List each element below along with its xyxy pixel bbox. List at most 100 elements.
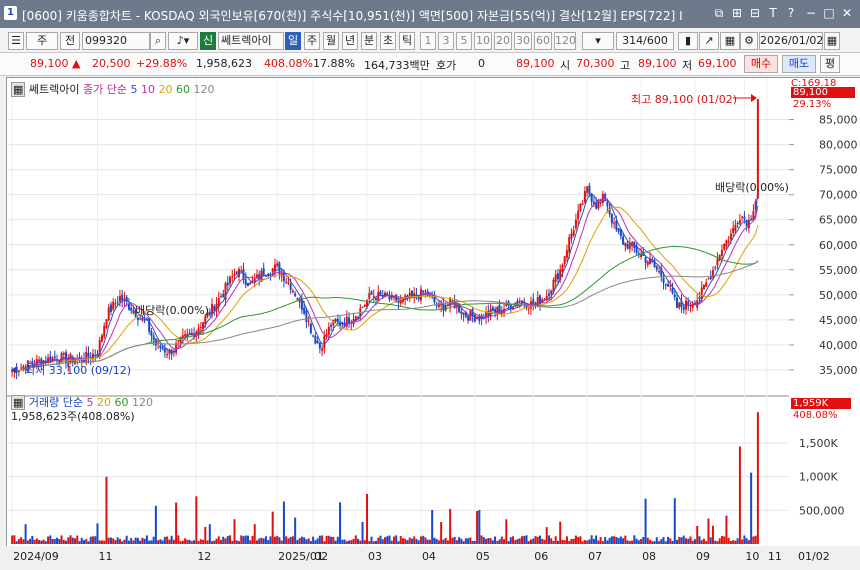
low-label: 저 <box>682 59 693 72</box>
volume-bar <box>568 541 571 544</box>
title-bar: 1 [0600] 키움종합차트 - KOSDAQ 외국인보유[670(천)] 주… <box>0 0 860 28</box>
volume-bar <box>213 540 216 544</box>
tile-icon[interactable]: ⊞ <box>730 6 744 20</box>
candle-body <box>249 282 252 285</box>
count-display[interactable]: 314/600 <box>616 32 674 50</box>
volume-bar <box>619 536 622 544</box>
buy-button[interactable]: 매수 <box>744 55 778 73</box>
volume-current-tag: 1,959K <box>791 398 851 409</box>
candle-body <box>38 359 41 362</box>
interval-button-60[interactable]: 60 <box>534 32 552 50</box>
interval-button-3[interactable]: 3 <box>438 32 454 50</box>
eval-button[interactable]: 평 <box>820 55 840 73</box>
volume-bar <box>579 536 582 544</box>
stock-name[interactable]: 쎄트렉아이 <box>218 32 284 50</box>
volume-bar <box>314 540 317 544</box>
candle-type-icon[interactable]: ▮ <box>678 32 698 50</box>
link-icon[interactable]: ⊟ <box>748 6 762 20</box>
sell-button[interactable]: 매도 <box>782 55 816 73</box>
volume-bar <box>741 539 744 544</box>
count-value: 314 <box>622 34 644 47</box>
chart-option-icon[interactable]: ▦ <box>11 82 26 97</box>
volume-bar <box>413 536 416 544</box>
candle-body <box>116 302 119 304</box>
legend-ma60: 60 <box>176 83 190 96</box>
candle-body <box>370 291 373 295</box>
menu-icon[interactable]: ☰ <box>8 32 24 50</box>
open-price: 70,300 <box>576 57 615 70</box>
candle-body <box>702 284 705 290</box>
volume-bar <box>696 525 699 544</box>
volume-bar <box>624 535 627 544</box>
candle-body <box>574 219 577 229</box>
volume-bar <box>76 535 79 544</box>
volume-bar <box>574 535 577 544</box>
period-tab-4[interactable]: 분 <box>361 32 377 50</box>
y-tick-label: 85,000 <box>819 114 858 127</box>
period-tab-0[interactable]: 일 <box>285 32 301 50</box>
volume-bar <box>455 540 458 544</box>
volume-bar <box>534 536 537 544</box>
minimize-icon[interactable]: − <box>804 6 818 20</box>
candle-body <box>361 307 364 309</box>
prev-button[interactable]: 전 <box>60 32 80 50</box>
candle-body <box>334 318 337 322</box>
y-tick-label: 45,000 <box>819 314 858 327</box>
sound-icon[interactable]: ♪▾ <box>168 32 198 50</box>
volume-bar <box>572 538 575 544</box>
period-tab-1[interactable]: 주 <box>304 32 320 50</box>
interval-button-1[interactable]: 1 <box>420 32 436 50</box>
draw-tool-icon[interactable]: ↗ <box>699 32 719 50</box>
stock-code-input[interactable]: 099320 <box>82 32 150 50</box>
volume-bar <box>516 539 519 544</box>
trade-amount: 164,733백만 <box>364 59 430 72</box>
volume-bar <box>170 535 173 544</box>
calendar-icon[interactable]: ▦ <box>824 32 840 50</box>
interval-button-120[interactable]: 120 <box>554 32 576 50</box>
period-tab-2[interactable]: 월 <box>323 32 339 50</box>
volume-bar <box>633 535 636 544</box>
period-tab-3[interactable]: 년 <box>342 32 358 50</box>
volume-bar <box>491 540 494 544</box>
interval-button-10[interactable]: 10 <box>474 32 492 50</box>
candle-body <box>336 318 339 323</box>
volume-bar <box>264 536 267 544</box>
volume-bar <box>357 538 360 544</box>
volume-bar <box>87 541 90 544</box>
candle-body <box>109 304 112 312</box>
pin-icon[interactable]: T <box>766 6 780 20</box>
candle-body <box>312 335 315 337</box>
settings-icon[interactable]: ⚙ <box>740 32 758 50</box>
candle-body <box>624 242 627 247</box>
volume-bar <box>94 536 97 544</box>
candle-body <box>112 301 115 310</box>
search-icon[interactable]: ⌕ <box>150 32 166 50</box>
restore-icon[interactable]: ⧉ <box>712 6 726 20</box>
help-icon[interactable]: ? <box>784 6 798 20</box>
interval-dropdown[interactable]: ▾ <box>582 32 614 50</box>
volume-bar <box>480 535 483 544</box>
volume-bar <box>29 538 32 544</box>
volume-tick-label: 1,000K <box>799 471 838 484</box>
volume-bar <box>559 521 562 544</box>
maximize-icon[interactable]: □ <box>822 6 836 20</box>
overlay-icon[interactable]: ▦ <box>720 32 740 50</box>
interval-button-5[interactable]: 5 <box>456 32 472 50</box>
candlestick-chart[interactable] <box>7 78 789 548</box>
candle-body <box>166 354 169 356</box>
volume-bar <box>693 539 696 544</box>
candle-body <box>159 345 162 348</box>
interval-button-20[interactable]: 20 <box>494 32 512 50</box>
chart-area[interactable]: ▦ 쎄트렉아이 종가 단순 5 10 20 60 120 ▦ 거래량 단순 5 … <box>6 77 790 549</box>
price-scale-svg: 35,000 40,000 45,000 50,000 55,000 60,000 65,0… <box>789 114 858 517</box>
period-tab-6[interactable]: 틱 <box>399 32 415 50</box>
volume-bar <box>702 538 705 544</box>
market-mode-select[interactable]: 주 <box>26 32 58 50</box>
close-icon[interactable]: ✕ <box>840 6 854 20</box>
period-tab-5[interactable]: 초 <box>380 32 396 50</box>
volume-bar <box>431 509 434 544</box>
date-input[interactable]: 2026/01/02 <box>759 32 823 50</box>
candle-body <box>671 287 674 294</box>
interval-button-30[interactable]: 30 <box>514 32 532 50</box>
candle-body <box>273 264 276 272</box>
